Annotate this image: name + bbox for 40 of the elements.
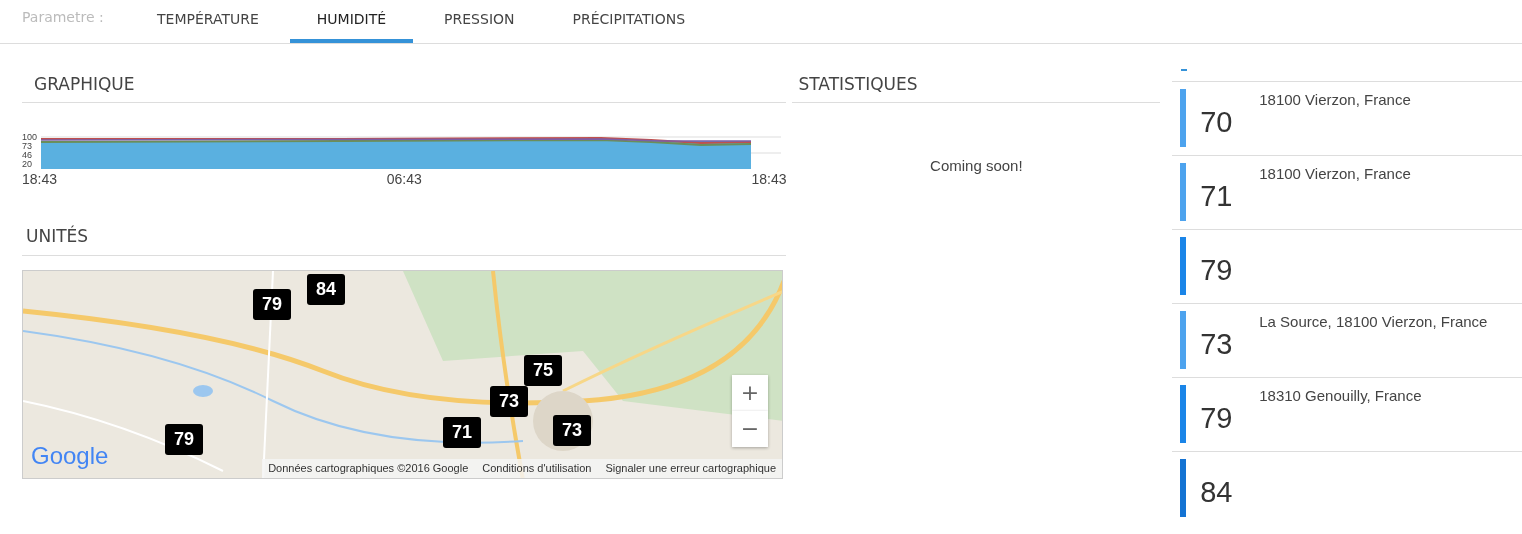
reading-value: 84 (1200, 475, 1234, 510)
axis-label: 100 (22, 133, 38, 143)
axis-label: 18:43 (22, 170, 58, 190)
axis-label: 73 (22, 142, 33, 152)
reading-value: 79 (1200, 253, 1234, 288)
reading-value: 73 (1200, 327, 1234, 362)
location-text: 18100 Vierzon, France (1259, 164, 1411, 184)
map-marker[interactable]: 73 (490, 385, 529, 417)
map-marker[interactable]: 71 (443, 416, 482, 448)
map-link[interactable]: Conditions d'utilisation (482, 460, 592, 477)
parameter-label: Parametre : (22, 8, 105, 27)
map-marker[interactable]: 79 (165, 423, 204, 455)
coming-soon-text: Coming soon! (929, 156, 1024, 177)
map-marker[interactable]: 73 (553, 414, 592, 446)
section-title: UNITÉS (22, 226, 787, 256)
map-logo: Google (31, 440, 109, 471)
axis-label: 46 (22, 151, 33, 161)
map-marker[interactable]: 75 (524, 354, 563, 386)
location-text: 18310 Genouilly, France (1259, 386, 1422, 406)
reading-value: 79 (1200, 401, 1234, 436)
location-text: La Source, 18100 Vierzon, France (1259, 312, 1488, 332)
section-title: STATISTIQUES (792, 74, 1161, 104)
dash-icon (1181, 69, 1188, 71)
map-link[interactable]: Signaler une erreur cartographique (605, 460, 776, 477)
location-text: 18100 Vierzon, France (1259, 90, 1411, 110)
zoom-in-button[interactable]: + (732, 374, 768, 411)
map-marker[interactable]: 84 (307, 273, 346, 305)
axis-label: 20 (22, 160, 33, 170)
map-data-credit: Données cartographiques ©2016 Google (268, 461, 469, 477)
tab[interactable]: TEMPÉRATURE (130, 0, 286, 43)
section-title: GRAPHIQUE (22, 74, 787, 104)
map-marker[interactable]: 79 (253, 288, 292, 320)
axis-label: 06:43 (386, 170, 422, 190)
tab[interactable]: HUMIDITÉ (289, 0, 414, 43)
axis-label: 18:43 (751, 170, 787, 190)
reading-value: 70 (1200, 105, 1234, 140)
reading-value: 71 (1200, 179, 1234, 214)
tab[interactable]: PRESSION (417, 0, 542, 43)
tab[interactable]: PRÉCIPITATIONS (545, 0, 713, 43)
zoom-out-button[interactable]: − (732, 410, 768, 447)
